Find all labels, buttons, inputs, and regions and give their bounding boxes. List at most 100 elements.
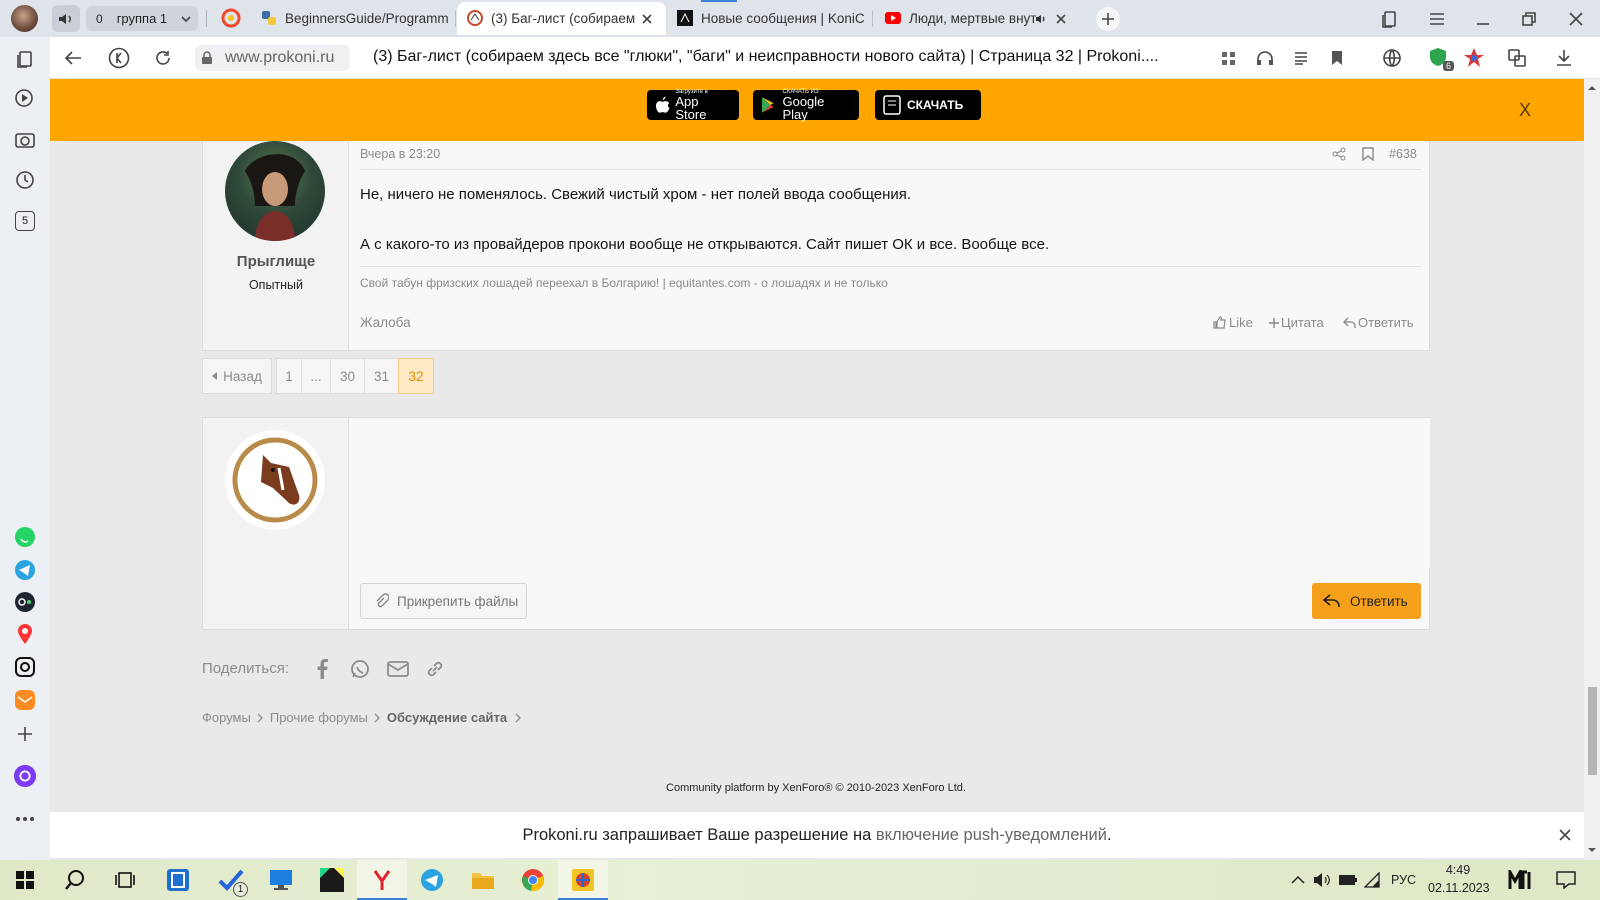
sidebar-instagram[interactable] [13, 655, 37, 679]
sidebar-collections[interactable] [13, 47, 37, 71]
report-link[interactable]: Жалоба [360, 315, 411, 330]
task-view-button[interactable] [100, 860, 150, 900]
app-store-button[interactable]: Загрузите в App Store [647, 89, 739, 121]
new-tab-button[interactable] [1096, 7, 1120, 31]
sidebar-history[interactable] [13, 168, 37, 192]
editor-area[interactable] [350, 418, 1430, 568]
email-share-icon[interactable] [387, 660, 409, 678]
profile-avatar[interactable] [11, 5, 38, 32]
audio-playing-icon[interactable] [1036, 14, 1048, 24]
download-icon[interactable] [1555, 49, 1573, 67]
tab-group-chip[interactable]: 0 группа 1 [86, 6, 198, 31]
taskbar-app-todo[interactable]: 1 [206, 860, 256, 900]
keyboard-language[interactable]: РУС [1391, 873, 1416, 887]
extension-shield[interactable]: 6 [1428, 47, 1454, 71]
close-icon[interactable] [1559, 829, 1571, 841]
breadcrumb-current[interactable]: Обсуждение сайта [387, 710, 507, 725]
back-arrow-icon[interactable] [64, 50, 82, 66]
sidebar-whatsapp[interactable] [13, 525, 37, 549]
volume-icon[interactable] [1313, 872, 1331, 888]
banner-close-button[interactable]: X [1519, 100, 1531, 121]
notification-link[interactable]: включение push-уведомлений [876, 826, 1107, 845]
submit-reply-button[interactable]: Ответить [1312, 583, 1421, 619]
yandex-logo-icon[interactable] [108, 47, 130, 69]
post-signature[interactable]: Свой табун фризских лошадей переехал в Б… [360, 276, 888, 290]
reply-link[interactable]: Ответить [1343, 315, 1414, 330]
page-title[interactable]: (3) Баг-лист (собираем здесь все "глюки"… [373, 48, 1173, 66]
breadcrumb-forums[interactable]: Форумы [202, 710, 251, 725]
attach-files-button[interactable]: Прикрепить файлы [360, 583, 527, 619]
tab-beginners-guide[interactable]: BeginnersGuide/Programm [251, 2, 456, 35]
like-button[interactable]: Like [1213, 315, 1253, 330]
link-share-icon[interactable] [425, 659, 445, 679]
taskbar-app-yandex[interactable] [357, 860, 407, 900]
close-tab-icon[interactable] [1056, 14, 1066, 24]
wifi-icon[interactable] [1364, 872, 1382, 888]
reload-icon[interactable] [154, 49, 172, 67]
sidebar-video[interactable] [13, 87, 37, 111]
globe-icon[interactable] [1382, 48, 1402, 68]
star-extension-icon[interactable] [1463, 47, 1485, 69]
taskbar-app-chrome[interactable] [508, 860, 558, 900]
apk-download-button[interactable]: СКАЧАТЬ [875, 90, 981, 120]
reader-mode-icon[interactable] [1293, 50, 1309, 66]
taskbar-app-pycharm[interactable] [307, 860, 357, 900]
post-date[interactable]: Вчера в 23:20 [360, 147, 440, 161]
scroll-thumb[interactable] [1588, 687, 1597, 775]
scroll-up-icon[interactable] [1587, 85, 1597, 91]
whatsapp-share-icon[interactable] [350, 659, 370, 679]
apps-grid-icon[interactable] [1221, 51, 1237, 67]
sidebar-screenshot[interactable] [13, 128, 37, 152]
url-pill[interactable]: www.prokoni.ru [195, 45, 350, 71]
sidebar-add[interactable] [13, 722, 37, 746]
scroll-down-icon[interactable] [1587, 847, 1597, 853]
page-ellipsis[interactable]: ... [301, 358, 331, 394]
share-icon[interactable] [1332, 147, 1346, 161]
page-scrollbar[interactable] [1584, 79, 1600, 860]
clock-date[interactable]: 02.11.2023 [1428, 881, 1490, 895]
taskbar-app-telegram[interactable] [407, 860, 457, 900]
sidebar-app[interactable] [13, 590, 37, 614]
post-author[interactable]: Прыглище [203, 253, 349, 270]
headphones-icon[interactable] [1256, 50, 1274, 66]
app-logo-tray-icon[interactable] [1508, 870, 1532, 890]
sidebar-mail[interactable] [13, 688, 37, 712]
post-number[interactable]: #638 [1389, 147, 1417, 161]
page-31[interactable]: 31 [364, 358, 399, 394]
taskbar-app-game[interactable] [558, 860, 608, 900]
quote-button[interactable]: Цитата [1269, 315, 1324, 330]
google-play-button[interactable]: СКАЧАТЬ ИЗ Google Play [753, 89, 859, 121]
restore-icon[interactable] [1522, 12, 1536, 26]
translate-icon[interactable] [1507, 48, 1527, 68]
notifications-icon[interactable] [1556, 871, 1576, 889]
mute-tab-button[interactable] [52, 5, 80, 32]
pinned-tab[interactable] [221, 8, 241, 28]
bookmark-icon[interactable] [1362, 147, 1374, 161]
page-current[interactable]: 32 [398, 358, 434, 394]
tab-youtube[interactable]: Люди, мертвые внут [875, 2, 1080, 35]
menu-icon[interactable] [1428, 12, 1446, 26]
close-window-icon[interactable] [1569, 12, 1583, 26]
battery-icon[interactable] [1338, 874, 1358, 886]
minimize-icon[interactable] [1476, 12, 1490, 26]
facebook-icon[interactable] [316, 659, 328, 679]
tab-new-messages[interactable]: Новые сообщения | KoniC [667, 2, 873, 35]
collections-icon[interactable] [1381, 10, 1399, 28]
user-avatar[interactable] [225, 141, 325, 241]
taskbar-app-explorer[interactable] [458, 860, 508, 900]
taskbar-app-monitor[interactable] [256, 860, 306, 900]
sidebar-counter[interactable]: 5 [13, 209, 37, 233]
page-1[interactable]: 1 [276, 358, 302, 394]
start-button[interactable] [0, 860, 50, 900]
pagination-back[interactable]: Назад [202, 358, 272, 394]
taskbar-app-terminal[interactable] [153, 860, 203, 900]
current-user-avatar[interactable] [225, 430, 325, 530]
sidebar-more[interactable] [13, 807, 37, 831]
page-30[interactable]: 30 [330, 358, 365, 394]
tray-chevron-up-icon[interactable] [1291, 875, 1305, 885]
breadcrumb-other[interactable]: Прочие форумы [270, 710, 368, 725]
footer-copyright[interactable]: Community platform by XenForo® © 2010-20… [0, 782, 1600, 794]
clock-time[interactable]: 4:49 [1428, 863, 1488, 877]
tab-bug-list[interactable]: (3) Баг-лист (собираем [457, 2, 666, 35]
sidebar-telegram[interactable] [13, 558, 37, 582]
